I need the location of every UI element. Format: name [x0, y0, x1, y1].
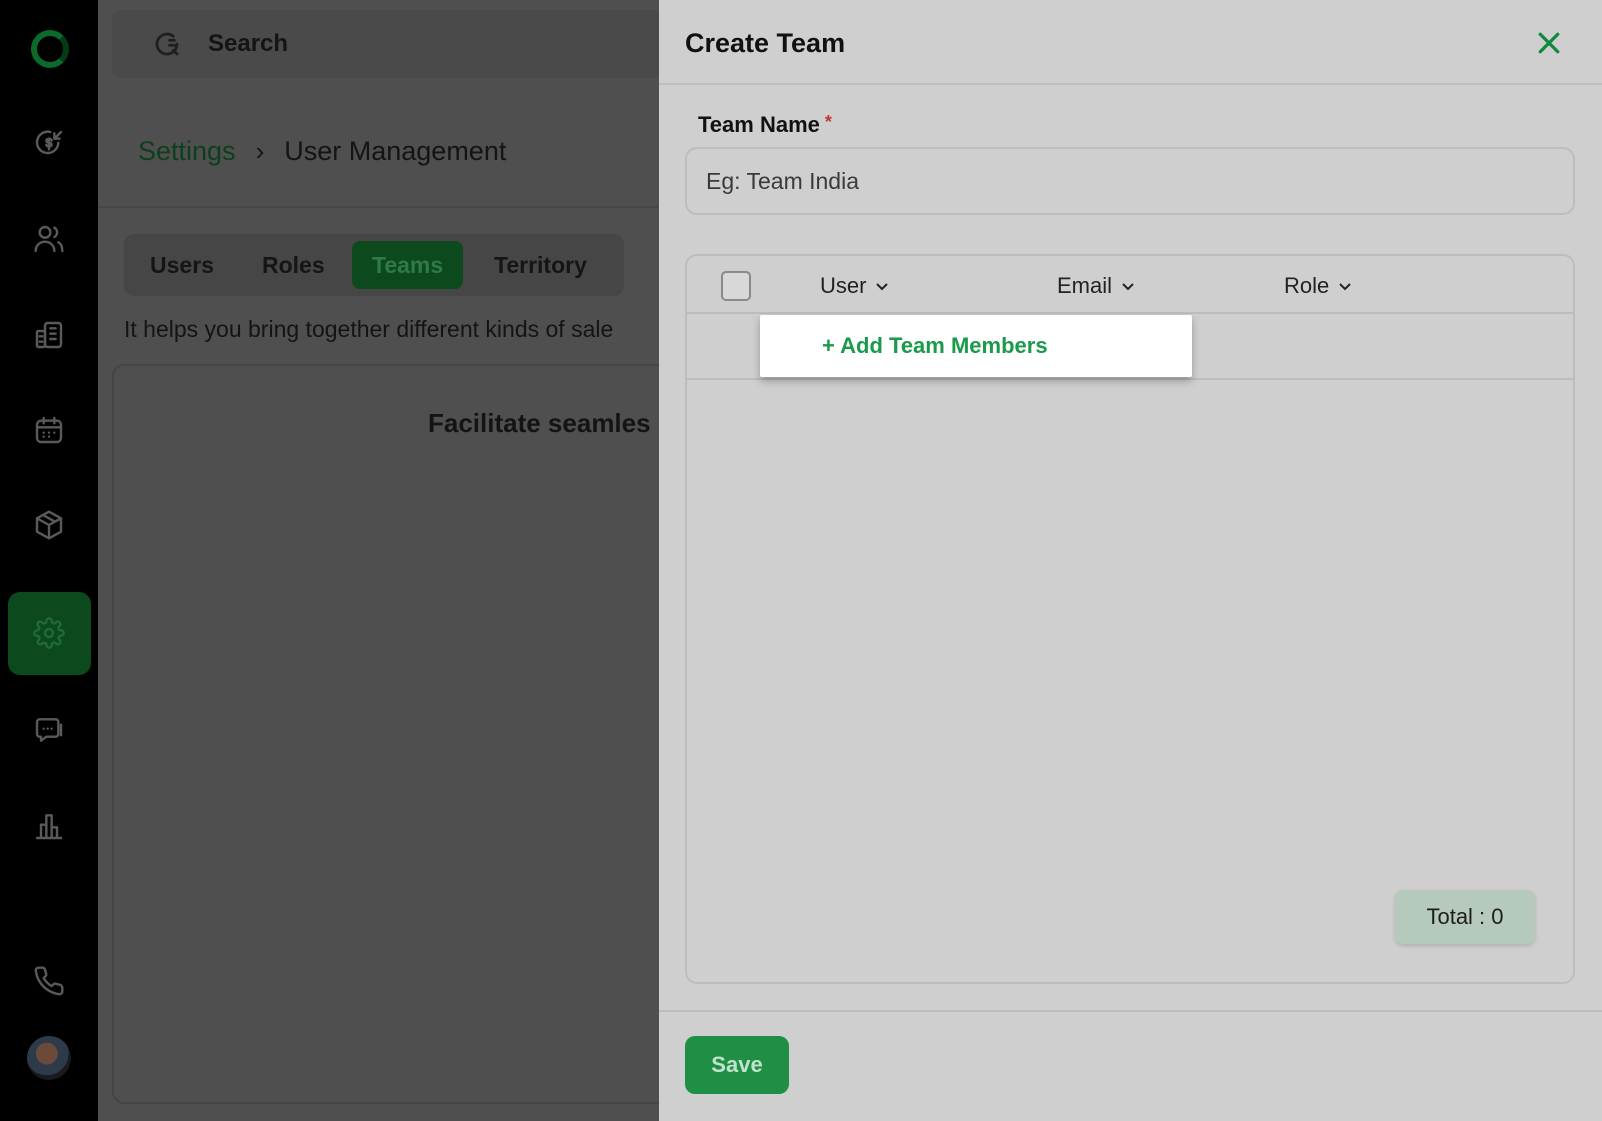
column-user[interactable]: User — [820, 273, 890, 299]
tab-users[interactable]: Users — [150, 241, 214, 289]
products-icon[interactable] — [29, 505, 69, 545]
column-role-label: Role — [1284, 273, 1330, 298]
sidebar-rail — [0, 0, 98, 1121]
breadcrumb: Settings › User Management — [138, 136, 506, 167]
accounts-icon[interactable] — [29, 315, 69, 355]
reports-icon[interactable] — [29, 806, 69, 846]
drawer-header-divider — [659, 83, 1602, 85]
select-all-checkbox[interactable] — [721, 271, 751, 301]
contacts-icon[interactable] — [29, 219, 69, 259]
app-logo[interactable] — [31, 30, 69, 68]
drawer-footer-divider — [659, 1010, 1602, 1012]
card-heading: Facilitate seamles — [428, 408, 651, 438]
team-name-label: Team Name * — [698, 112, 832, 138]
help-text: It helps you bring together different ki… — [124, 316, 614, 342]
tab-territory[interactable]: Territory — [494, 241, 587, 289]
chevron-down-icon — [1122, 283, 1134, 291]
team-name-input[interactable] — [685, 147, 1575, 215]
total-count-badge: Total : 0 — [1395, 890, 1535, 944]
chat-icon[interactable] — [29, 710, 69, 750]
column-email-label: Email — [1057, 273, 1113, 298]
add-team-members-button[interactable]: + Add Team Members — [760, 315, 1192, 377]
chevron-right-icon: › — [255, 136, 265, 166]
breadcrumb-settings[interactable]: Settings — [138, 136, 236, 167]
tab-bar: Users Roles Teams Territory — [124, 234, 624, 296]
team-name-label-text: Team Name — [698, 112, 820, 137]
breadcrumb-current: User Management — [284, 136, 507, 166]
column-email[interactable]: Email — [1057, 273, 1136, 299]
chevron-down-icon — [876, 283, 889, 291]
header-divider — [98, 206, 658, 208]
members-table: User Email Role + Add Team Members Total… — [685, 254, 1575, 984]
teams-empty-card: Facilitate seamles — [112, 364, 672, 1104]
revenue-icon[interactable] — [29, 124, 69, 164]
required-marker: * — [824, 112, 832, 132]
search-label: Search — [208, 30, 289, 57]
chevron-down-icon — [1339, 283, 1351, 291]
create-team-drawer: Create Team Team Name* User Email Role +… — [659, 0, 1602, 1121]
settings-icon[interactable] — [29, 613, 69, 653]
tab-teams[interactable]: Teams — [352, 241, 464, 289]
phone-icon[interactable] — [29, 961, 69, 1001]
search-icon — [155, 32, 179, 56]
column-user-label: User — [820, 273, 867, 298]
global-search[interactable]: Search — [112, 10, 732, 78]
drawer-title: Create Team — [685, 28, 846, 58]
calendar-icon[interactable] — [29, 410, 69, 450]
column-role[interactable]: Role — [1284, 273, 1353, 299]
table-header: User Email Role — [687, 256, 1573, 314]
tab-roles[interactable]: Roles — [262, 241, 325, 289]
save-button[interactable]: Save — [685, 1036, 789, 1094]
close-icon[interactable] — [1534, 28, 1564, 58]
avatar[interactable] — [27, 1036, 71, 1080]
